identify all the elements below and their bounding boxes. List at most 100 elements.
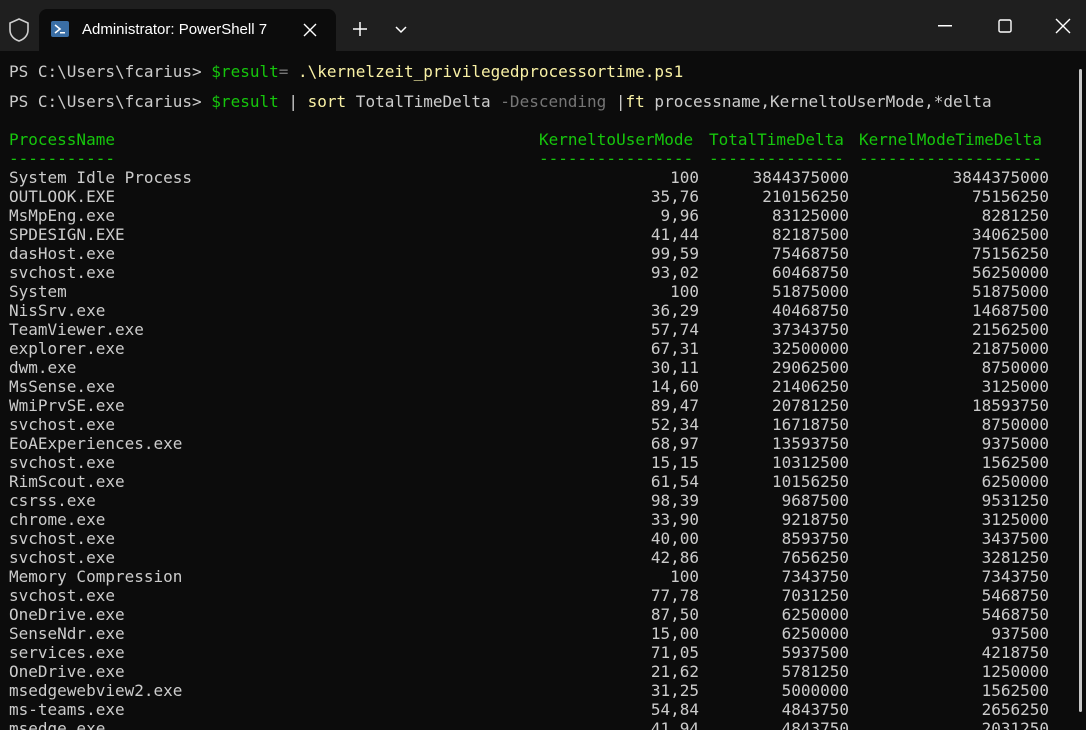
process-name: Memory Compression — [9, 567, 183, 586]
total-time-delta: 16718750 — [771, 415, 849, 434]
process-name: RimScout.exe — [9, 472, 125, 491]
kernel-to-user-mode: 57,74 — [650, 320, 699, 339]
kernel-to-user-mode: 67,31 — [650, 339, 699, 358]
total-time-delta: 75468750 — [771, 244, 849, 263]
kernel-to-user-mode: 54,84 — [650, 700, 699, 719]
kernel-to-user-mode: 31,25 — [650, 681, 699, 700]
kernel-to-user-mode: 93,02 — [650, 263, 699, 282]
column-header-processname: ProcessName — [9, 130, 115, 149]
total-time-delta: 4843750 — [781, 700, 849, 719]
tab-title: Administrator: PowerShell 7 — [82, 21, 268, 38]
kernel-to-user-mode: 61,54 — [650, 472, 699, 491]
total-time-delta: 10156250 — [771, 472, 849, 491]
kernel-mode-time-delta: 1250000 — [981, 662, 1049, 681]
process-name: System Idle Process — [9, 168, 193, 187]
process-name: msedge.exe — [9, 719, 106, 730]
kernel-mode-time-delta: 56250000 — [971, 263, 1049, 282]
kernel-mode-time-delta: 7343750 — [981, 567, 1049, 586]
total-time-delta: 29062500 — [771, 358, 849, 377]
kernel-to-user-mode: 41,94 — [650, 719, 699, 730]
title-bar: Administrator: PowerShell 7 — [0, 0, 1086, 51]
kernel-to-user-mode: 33,90 — [650, 510, 699, 529]
prompt: PS C:\Users\fcarius> — [9, 62, 212, 81]
total-time-delta: 6250000 — [781, 605, 849, 624]
scrollbar[interactable] — [1079, 69, 1082, 712]
process-name: svchost.exe — [9, 415, 115, 434]
command-line-2: PS C:\Users\fcarius> $result | sort Tota… — [9, 92, 992, 111]
kernel-mode-time-delta: 8750000 — [981, 358, 1049, 377]
kernel-to-user-mode: 77,78 — [650, 586, 699, 605]
total-time-delta: 4843750 — [781, 719, 849, 730]
kernel-mode-time-delta: 3844375000 — [952, 168, 1049, 187]
total-time-delta: 8593750 — [781, 529, 849, 548]
parameter: -Descending — [500, 92, 607, 111]
kernel-mode-time-delta: 5468750 — [981, 586, 1049, 605]
kernel-mode-time-delta: 75156250 — [971, 187, 1049, 206]
total-time-delta: 9218750 — [781, 510, 849, 529]
pipe: | — [278, 92, 308, 111]
prompt: PS C:\Users\fcarius> — [9, 92, 212, 111]
kernel-mode-time-delta: 34062500 — [971, 225, 1049, 244]
kernel-mode-time-delta: 937500 — [991, 624, 1049, 643]
kernel-to-user-mode: 9,96 — [660, 206, 699, 225]
process-name: svchost.exe — [9, 529, 115, 548]
kernel-mode-time-delta: 3281250 — [981, 548, 1049, 567]
kernel-mode-time-delta: 6250000 — [981, 472, 1049, 491]
chevron-down-icon[interactable] — [394, 25, 408, 34]
kernel-mode-time-delta: 21875000 — [971, 339, 1049, 358]
total-time-delta: 7656250 — [781, 548, 849, 567]
kernel-mode-time-delta: 3125000 — [981, 377, 1049, 396]
kernel-mode-time-delta: 9375000 — [981, 434, 1049, 453]
kernel-to-user-mode: 87,50 — [650, 605, 699, 624]
kernel-to-user-mode: 89,47 — [650, 396, 699, 415]
total-time-delta: 5937500 — [781, 643, 849, 662]
process-name: WmiPrvSE.exe — [9, 396, 125, 415]
kernel-to-user-mode: 35,76 — [650, 187, 699, 206]
total-time-delta: 40468750 — [771, 301, 849, 320]
total-time-delta: 82187500 — [771, 225, 849, 244]
process-name: SenseNdr.exe — [9, 624, 125, 643]
process-name: MsMpEng.exe — [9, 206, 115, 225]
column-underline: ---------------- — [539, 149, 694, 168]
ft-arguments: processname,KerneltoUserMode,*delta — [644, 92, 992, 111]
minimize-icon[interactable] — [938, 25, 952, 27]
close-icon[interactable] — [1055, 18, 1071, 34]
tab-powershell[interactable]: Administrator: PowerShell 7 — [39, 9, 336, 51]
close-icon[interactable] — [303, 23, 317, 37]
kernel-to-user-mode: 14,60 — [650, 377, 699, 396]
kernel-mode-time-delta: 8281250 — [981, 206, 1049, 225]
process-name: ms-teams.exe — [9, 700, 125, 719]
process-name: dwm.exe — [9, 358, 77, 377]
plus-icon[interactable] — [352, 21, 368, 37]
process-name: csrss.exe — [9, 491, 96, 510]
kernel-to-user-mode: 36,29 — [650, 301, 699, 320]
command-line-1: PS C:\Users\fcarius> $result= .\kernelze… — [9, 62, 683, 81]
kernel-mode-time-delta: 14687500 — [971, 301, 1049, 320]
total-time-delta: 13593750 — [771, 434, 849, 453]
kernel-to-user-mode: 41,44 — [650, 225, 699, 244]
kernel-to-user-mode: 15,15 — [650, 453, 699, 472]
total-time-delta: 5000000 — [781, 681, 849, 700]
total-time-delta: 6250000 — [781, 624, 849, 643]
column-underline: -------------- — [709, 149, 844, 168]
kernel-to-user-mode: 21,62 — [650, 662, 699, 681]
kernel-mode-time-delta: 8750000 — [981, 415, 1049, 434]
maximize-icon[interactable] — [998, 19, 1012, 33]
kernel-to-user-mode: 100 — [670, 282, 699, 301]
kernel-mode-time-delta: 4218750 — [981, 643, 1049, 662]
process-name: NisSrv.exe — [9, 301, 106, 320]
process-name: OneDrive.exe — [9, 605, 125, 624]
kernel-mode-time-delta: 2656250 — [981, 700, 1049, 719]
kernel-mode-time-delta: 2031250 — [981, 719, 1049, 730]
total-time-delta: 10312500 — [771, 453, 849, 472]
terminal-output[interactable]: PS C:\Users\fcarius> $result= .\kernelze… — [0, 51, 1086, 730]
kernel-mode-time-delta: 9531250 — [981, 491, 1049, 510]
kernel-to-user-mode: 100 — [670, 567, 699, 586]
script-path: .\kernelzeit_privilegedprocessortime.ps1 — [298, 62, 684, 81]
process-name: svchost.exe — [9, 453, 115, 472]
process-name: dasHost.exe — [9, 244, 115, 263]
operator: = — [278, 62, 298, 81]
process-name: explorer.exe — [9, 339, 125, 358]
process-name: MsSense.exe — [9, 377, 115, 396]
process-name: svchost.exe — [9, 548, 115, 567]
